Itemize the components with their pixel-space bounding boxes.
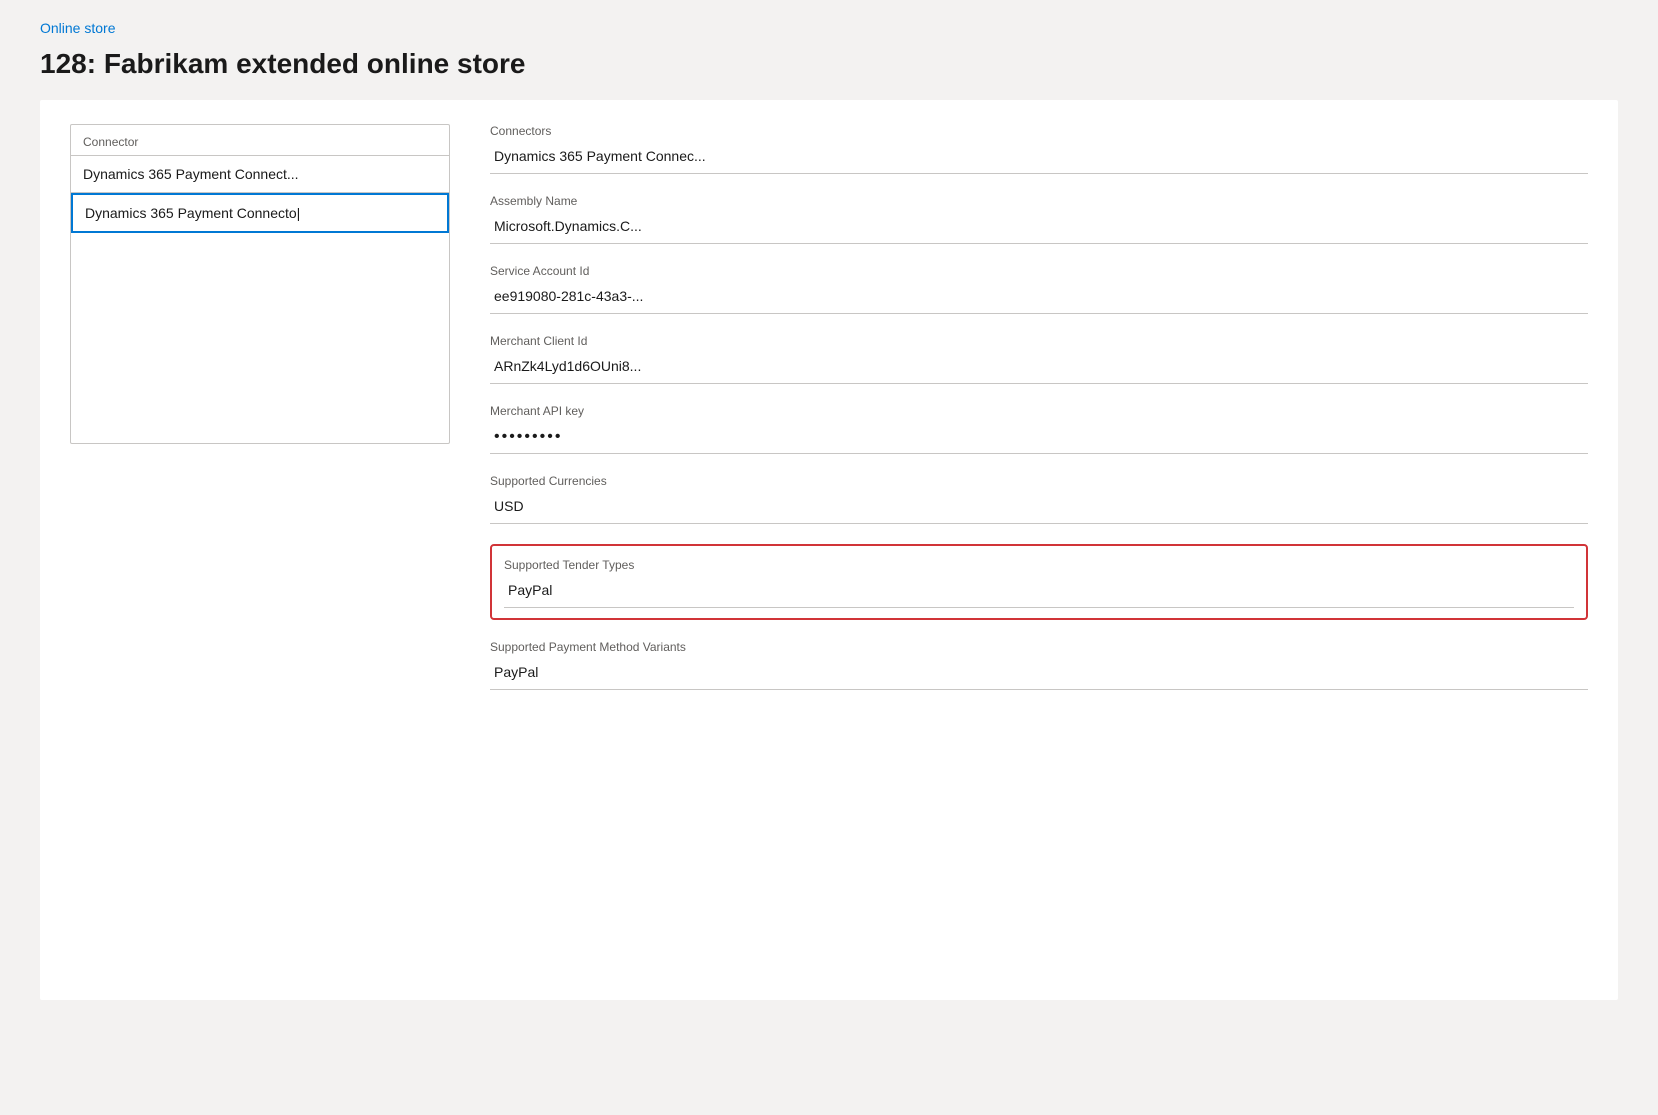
page-title: 128: Fabrikam extended online store [40,48,1618,80]
field-label-supported-tender-types: Supported Tender Types [504,558,1574,572]
connector-list-item[interactable]: Dynamics 365 Payment Connect... [71,156,449,193]
field-value-supported-tender-types: PayPal [504,576,1574,608]
field-group-merchant-api-key: Merchant API key ••••••••• [490,404,1588,454]
connector-list-header: Connector [71,125,449,155]
field-group-connectors: Connectors Dynamics 365 Payment Connec..… [490,124,1588,174]
field-label-assembly-name: Assembly Name [490,194,1588,208]
field-value-assembly-name: Microsoft.Dynamics.C... [490,212,1588,244]
field-group-service-account-id: Service Account Id ee919080-281c-43a3-..… [490,264,1588,314]
field-label-payment-method-variants: Supported Payment Method Variants [490,640,1588,654]
field-value-supported-currencies: USD [490,492,1588,524]
field-value-payment-method-variants: PayPal [490,658,1588,690]
content-area: Connector Dynamics 365 Payment Connect..… [40,100,1618,1000]
breadcrumb: Online store [40,20,1618,38]
field-group-payment-method-variants: Supported Payment Method Variants PayPal [490,640,1588,690]
field-group-supported-currencies: Supported Currencies USD [490,474,1588,524]
field-label-connectors: Connectors [490,124,1588,138]
left-panel: Connector Dynamics 365 Payment Connect..… [70,124,450,976]
page-wrapper: Online store 128: Fabrikam extended onli… [0,0,1658,1115]
connector-list-container: Connector Dynamics 365 Payment Connect..… [70,124,450,444]
field-label-service-account-id: Service Account Id [490,264,1588,278]
field-group-assembly-name: Assembly Name Microsoft.Dynamics.C... [490,194,1588,244]
field-label-supported-currencies: Supported Currencies [490,474,1588,488]
field-value-merchant-api-key: ••••••••• [490,422,1588,454]
field-group-merchant-client-id: Merchant Client Id ARnZk4Lyd1d6OUni8... [490,334,1588,384]
field-label-merchant-api-key: Merchant API key [490,404,1588,418]
right-panel: Connectors Dynamics 365 Payment Connec..… [490,124,1588,976]
field-label-merchant-client-id: Merchant Client Id [490,334,1588,348]
field-value-service-account-id: ee919080-281c-43a3-... [490,282,1588,314]
field-value-connectors: Dynamics 365 Payment Connec... [490,142,1588,174]
supported-tender-types-box: Supported Tender Types PayPal [490,544,1588,620]
connector-list-item-selected[interactable]: Dynamics 365 Payment Connecto| [71,193,449,233]
field-value-merchant-client-id: ARnZk4Lyd1d6OUni8... [490,352,1588,384]
breadcrumb-link[interactable]: Online store [40,20,115,36]
